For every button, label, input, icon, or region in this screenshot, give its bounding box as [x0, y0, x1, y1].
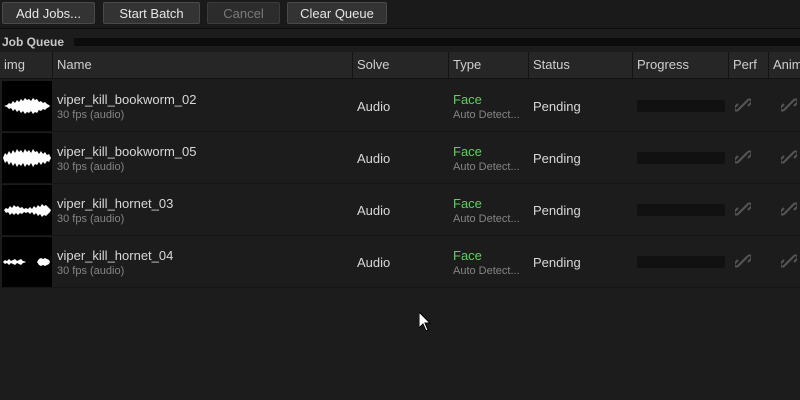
anim-link-icon[interactable] — [781, 149, 797, 165]
job-solve: Audio — [357, 99, 391, 114]
anim-link-icon[interactable] — [781, 201, 797, 217]
job-fps: 30 fps (audio) — [57, 265, 125, 277]
perf-link-icon[interactable] — [735, 201, 751, 217]
clear-queue-button[interactable]: Clear Queue — [287, 2, 387, 24]
job-type-detect: Auto Detect... — [453, 161, 520, 173]
column-header-name[interactable]: Name — [53, 52, 353, 78]
job-type: Face — [453, 92, 482, 107]
job-type-detect: Auto Detect... — [453, 265, 520, 277]
job-progress-bar — [637, 204, 725, 216]
toolbar: Add Jobs... Start Batch Cancel Clear Que… — [0, 0, 800, 28]
job-queue-table: img Name Solve Type Status Progress Perf… — [0, 52, 800, 400]
job-progress-bar — [637, 100, 725, 112]
job-type-detect: Auto Detect... — [453, 109, 520, 121]
job-queue-bar — [74, 38, 800, 46]
job-solve: Audio — [357, 151, 391, 166]
job-type: Face — [453, 196, 482, 211]
job-queue-header: Job Queue — [0, 34, 800, 52]
job-fps: 30 fps (audio) — [57, 161, 125, 173]
table-row[interactable]: viper_kill_bookworm_05 30 fps (audio) Au… — [0, 132, 800, 184]
job-queue-title: Job Queue — [2, 35, 65, 49]
job-progress-bar — [637, 256, 725, 268]
table-row[interactable]: viper_kill_hornet_04 30 fps (audio) Audi… — [0, 236, 800, 288]
audio-waveform-icon — [2, 133, 52, 183]
anim-link-icon[interactable] — [781, 253, 797, 269]
job-name: viper_kill_bookworm_05 — [57, 144, 197, 159]
add-jobs-button[interactable]: Add Jobs... — [2, 2, 95, 24]
job-fps: 30 fps (audio) — [57, 213, 125, 225]
job-status: Pending — [533, 99, 581, 114]
column-header-perf[interactable]: Perf — [729, 52, 769, 78]
job-status: Pending — [533, 203, 581, 218]
job-type: Face — [453, 144, 482, 159]
perf-link-icon[interactable] — [735, 97, 751, 113]
column-header-status[interactable]: Status — [529, 52, 633, 78]
audio-waveform-icon — [2, 185, 52, 235]
job-fps: 30 fps (audio) — [57, 109, 125, 121]
job-name: viper_kill_hornet_03 — [57, 196, 174, 211]
audio-waveform-icon — [2, 237, 52, 287]
perf-link-icon[interactable] — [735, 253, 751, 269]
job-status: Pending — [533, 255, 581, 270]
mouse-cursor-icon — [419, 312, 431, 332]
table-row[interactable]: viper_kill_bookworm_02 30 fps (audio) Au… — [0, 80, 800, 132]
job-solve: Audio — [357, 255, 391, 270]
column-header-type[interactable]: Type — [449, 52, 529, 78]
column-header-img[interactable]: img — [0, 52, 53, 78]
audio-waveform-icon — [2, 81, 52, 131]
table-row[interactable]: viper_kill_hornet_03 30 fps (audio) Audi… — [0, 184, 800, 236]
column-header-solve[interactable]: Solve — [353, 52, 449, 78]
table-header: img Name Solve Type Status Progress Perf… — [0, 52, 800, 79]
job-solve: Audio — [357, 203, 391, 218]
anim-link-icon[interactable] — [781, 97, 797, 113]
toolbar-divider — [0, 28, 800, 29]
job-name: viper_kill_bookworm_02 — [57, 92, 197, 107]
job-status: Pending — [533, 151, 581, 166]
job-name: viper_kill_hornet_04 — [57, 248, 174, 263]
job-progress-bar — [637, 152, 725, 164]
cancel-button[interactable]: Cancel — [207, 2, 280, 24]
perf-link-icon[interactable] — [735, 149, 751, 165]
column-header-anim[interactable]: Anim — [769, 52, 800, 78]
start-batch-button[interactable]: Start Batch — [103, 2, 200, 24]
column-header-progress[interactable]: Progress — [633, 52, 729, 78]
job-type-detect: Auto Detect... — [453, 213, 520, 225]
job-type: Face — [453, 248, 482, 263]
